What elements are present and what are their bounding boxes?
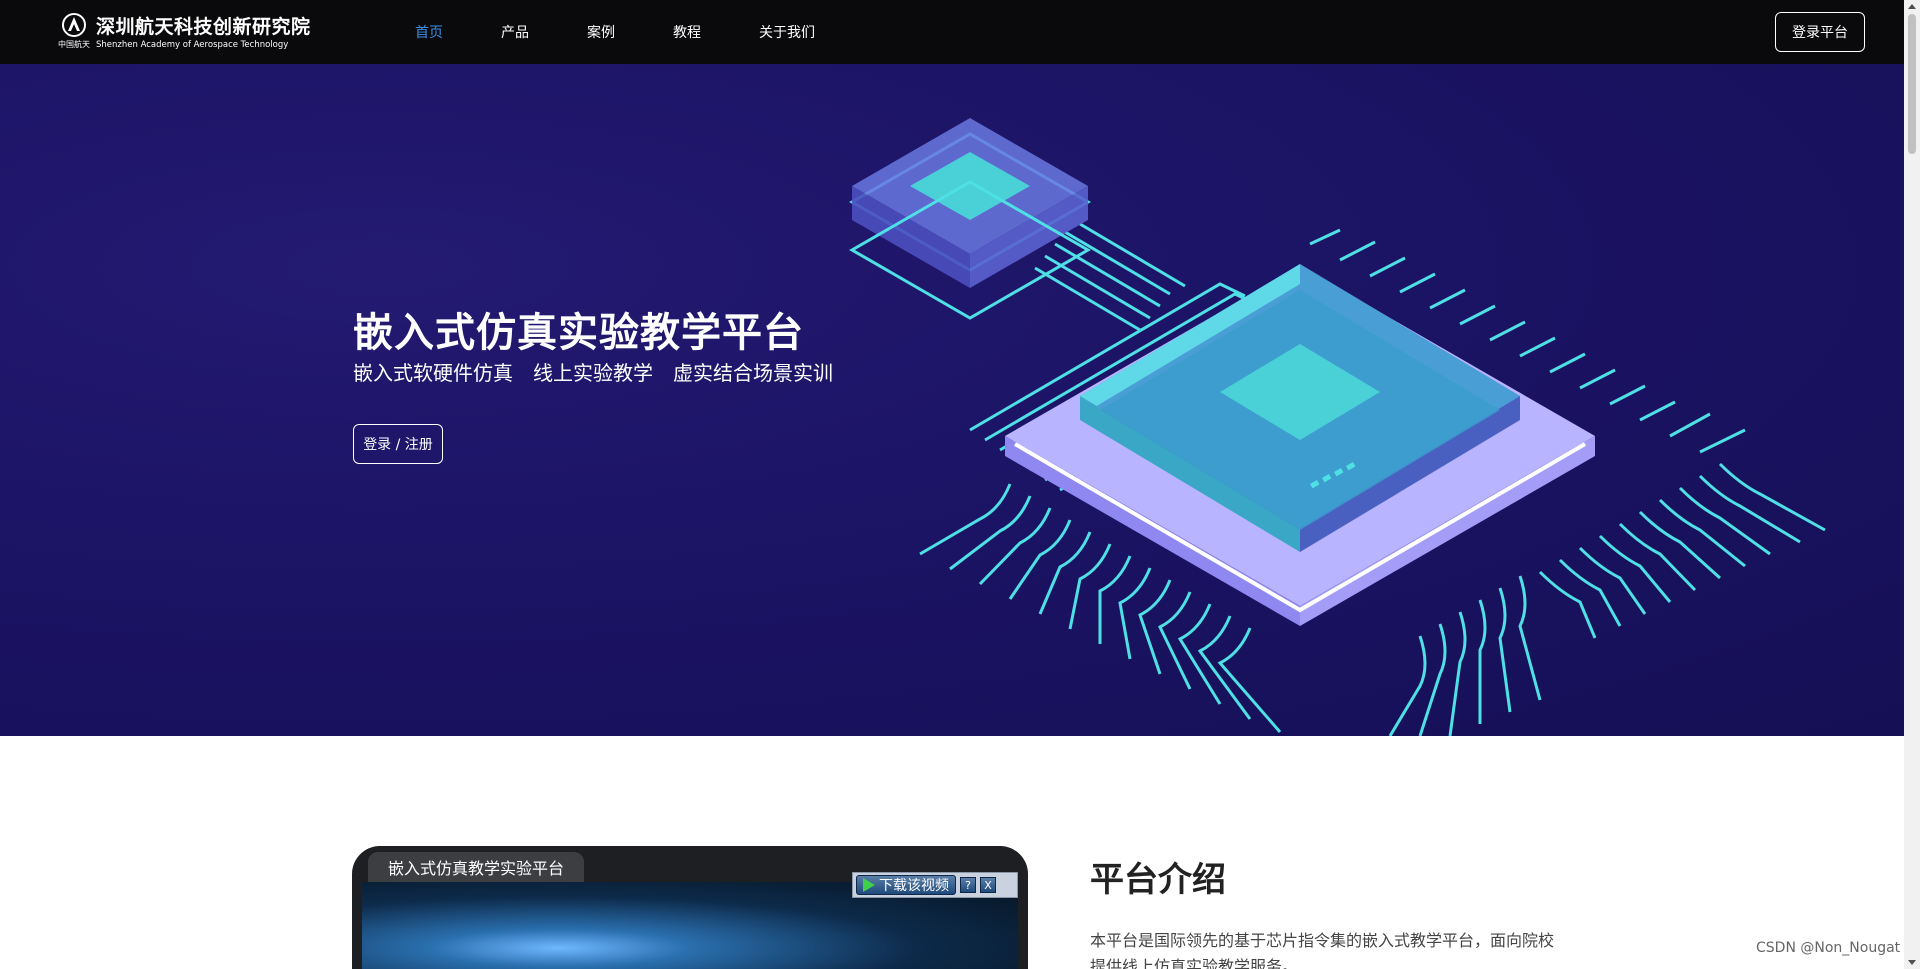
- nav-item-home[interactable]: 首页: [415, 22, 443, 42]
- download-video-label: 下载该视频: [879, 878, 949, 894]
- video-title-tab: 嵌入式仿真教学实验平台: [368, 852, 585, 882]
- hero-title: 嵌入式仿真实验教学平台: [353, 310, 804, 356]
- login-platform-button[interactable]: 登录平台: [1775, 12, 1865, 52]
- logo-name-en: Shenzhen Academy of Aerospace Technology: [96, 40, 289, 50]
- logo[interactable]: 中国航天 深圳航天科技创新研究院 Shenzhen Academy of Aer…: [58, 12, 310, 54]
- nav-item-products[interactable]: 产品: [501, 22, 529, 42]
- intro-title: 平台介绍: [1090, 860, 1226, 900]
- video-download-toolbar: 下载该视频 ? X: [852, 872, 1018, 898]
- download-video-button[interactable]: 下载该视频: [856, 875, 956, 895]
- video-player[interactable]: 嵌入式仿真教学实验平台: [352, 846, 1028, 969]
- close-toolbar-button[interactable]: X: [980, 877, 996, 893]
- scrollbar-thumb[interactable]: [1908, 14, 1916, 154]
- logo-name-cn: 深圳航天科技创新研究院: [96, 16, 311, 38]
- page-scrollbar[interactable]: [1904, 0, 1920, 969]
- nav-item-about[interactable]: 关于我们: [759, 22, 815, 42]
- main-nav: 首页 产品 案例 教程 关于我们: [415, 0, 873, 64]
- hero-banner: 嵌入式仿真实验教学平台 嵌入式软硬件仿真 线上实验教学 虚实结合场景实训 登录 …: [0, 64, 1904, 736]
- scroll-up-icon[interactable]: [1908, 4, 1916, 9]
- logo-text: 深圳航天科技创新研究院 Shenzhen Academy of Aerospac…: [96, 15, 311, 51]
- play-icon: [863, 878, 875, 892]
- intro-text: 本平台是国际领先的基于芯片指令集的嵌入式教学平台，面向院校提供线上仿真实验教学服…: [1090, 931, 1555, 969]
- china-aerospace-logo-icon: 中国航天: [58, 12, 90, 54]
- page: 中国航天 深圳航天科技创新研究院 Shenzhen Academy of Aer…: [0, 0, 1920, 969]
- logo-mark-text: 中国航天: [58, 40, 90, 49]
- csdn-watermark: CSDN @Non_Nougat: [1756, 940, 1901, 956]
- hero-subtitle: 嵌入式软硬件仿真 线上实验教学 虚实结合场景实训: [353, 361, 833, 385]
- nav-item-tutorials[interactable]: 教程: [673, 22, 701, 42]
- top-navbar: 中国航天 深圳航天科技创新研究院 Shenzhen Academy of Aer…: [0, 0, 1904, 64]
- login-register-button[interactable]: 登录 / 注册: [353, 424, 443, 464]
- nav-item-cases[interactable]: 案例: [587, 22, 615, 42]
- help-button[interactable]: ?: [960, 877, 976, 893]
- scroll-down-icon[interactable]: [1908, 960, 1916, 965]
- chip-illustration: [848, 118, 1826, 736]
